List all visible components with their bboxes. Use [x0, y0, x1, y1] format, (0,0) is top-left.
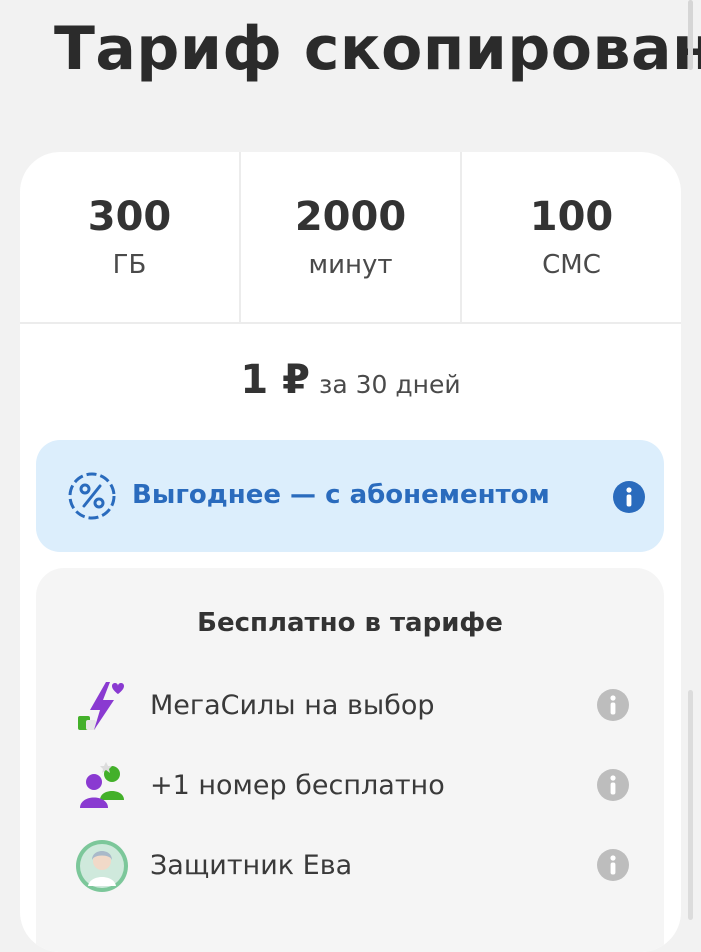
scrollbar-top[interactable] — [688, 0, 693, 70]
info-icon[interactable] — [596, 848, 630, 882]
stat-sms: 100 СМС — [460, 152, 681, 322]
tariff-price: 1 ₽ за 30 дней — [20, 357, 681, 403]
stat-unit: минут — [308, 250, 393, 280]
page-title: Тариф скопирован — [54, 14, 701, 84]
lightning-bolt-icon — [72, 676, 132, 736]
price-amount: 1 ₽ — [240, 357, 310, 403]
stat-unit: СМС — [542, 250, 601, 280]
feature-label: +1 номер бесплатно — [150, 770, 445, 801]
info-icon[interactable] — [596, 688, 630, 722]
stat-value: 100 — [529, 194, 614, 240]
feature-item-megasily[interactable]: МегаСилы на выбор — [36, 674, 664, 738]
tariff-card: 300 ГБ 2000 минут 100 СМС 1 ₽ за 30 дней… — [20, 152, 681, 952]
feature-item-extra-number[interactable]: +1 номер бесплатно — [36, 754, 664, 818]
people-icon — [72, 756, 132, 816]
stat-internet: 300 ГБ — [20, 152, 239, 322]
assistant-avatar-icon — [72, 836, 132, 896]
feature-label: МегаСилы на выбор — [150, 690, 435, 721]
free-features-heading: Бесплатно в тарифе — [197, 608, 503, 638]
price-period: за 30 дней — [319, 370, 461, 399]
stat-unit: ГБ — [112, 250, 147, 280]
feature-label: Защитник Ева — [150, 850, 353, 881]
free-features-block: Бесплатно в тарифе МегаСилы на выбор +1 … — [36, 568, 664, 952]
stat-value: 2000 — [294, 194, 407, 240]
scrollbar-thumb[interactable] — [688, 690, 693, 920]
promo-label: Выгоднее — с абонементом — [132, 480, 550, 510]
info-icon[interactable] — [612, 480, 646, 514]
info-icon[interactable] — [596, 768, 630, 802]
stat-value: 300 — [87, 194, 172, 240]
feature-item-eva[interactable]: Защитник Ева — [36, 834, 664, 898]
subscription-promo-banner[interactable]: Выгоднее — с абонементом — [36, 440, 664, 552]
stat-minutes: 2000 минут — [239, 152, 460, 322]
percent-badge-icon — [66, 470, 118, 522]
tariff-stats: 300 ГБ 2000 минут 100 СМС — [20, 152, 681, 324]
